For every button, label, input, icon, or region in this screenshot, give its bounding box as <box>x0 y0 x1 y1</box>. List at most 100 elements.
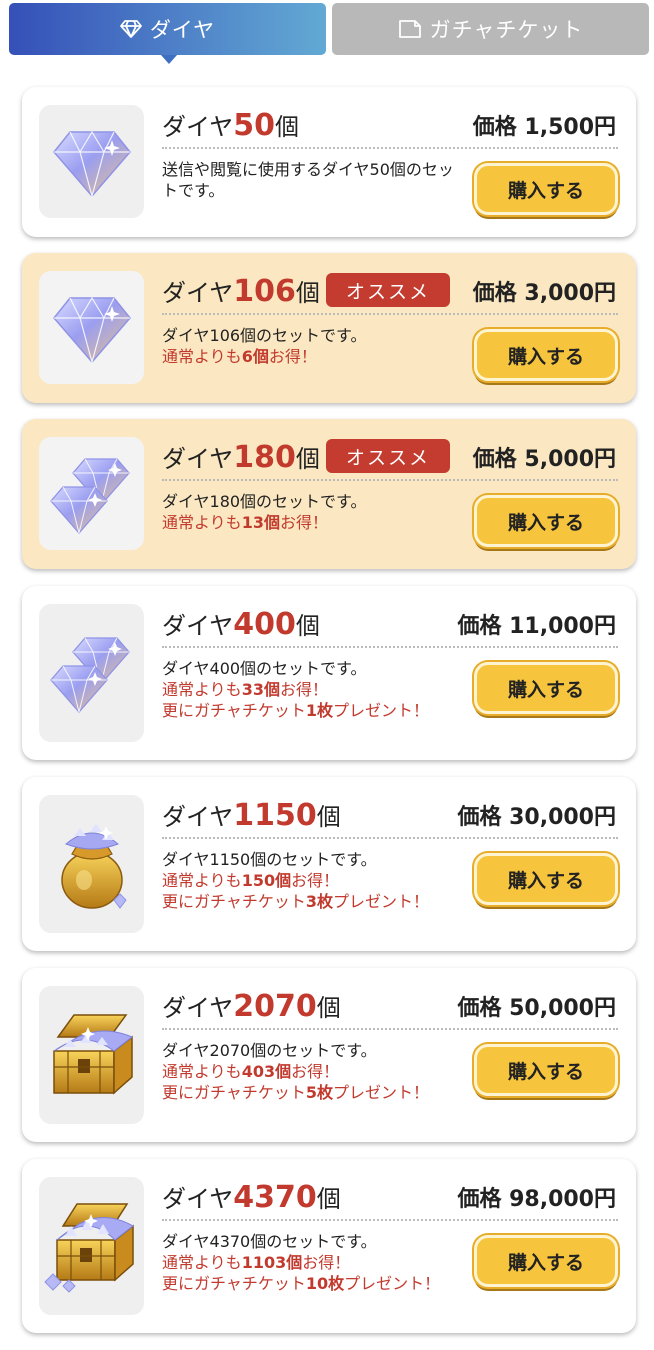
item-name: ダイヤ1150個 <box>162 797 341 833</box>
item-name-prefix: ダイヤ <box>162 445 234 473</box>
buy-button[interactable]: 購入する <box>474 1044 618 1096</box>
bonus-prefix: 通常よりも <box>162 1253 242 1272</box>
item-name: ダイヤ400個 <box>162 606 320 642</box>
single-diamond-icon <box>52 130 131 198</box>
ticket-bonus-text: 更にガチャチケット3枚プレゼント！ <box>162 891 452 912</box>
item-name-prefix: ダイヤ <box>162 113 234 141</box>
bonus-amount: 33個 <box>241 680 280 699</box>
tab-diamond[interactable]: ダイヤ <box>9 3 326 64</box>
double-diamond-icon <box>49 457 130 534</box>
bonus-amount: 1103個 <box>241 1253 303 1272</box>
ticket-suffix: プレゼント！ <box>344 1274 441 1293</box>
bonus-text: 通常よりも33個お得！ <box>162 679 462 700</box>
item-name: ダイヤ180個 <box>162 439 320 475</box>
buy-button[interactable]: 購入する <box>474 329 618 381</box>
item-name: ダイヤ2070個 <box>162 988 341 1024</box>
item-amount: 4370 <box>233 1180 317 1215</box>
item-amount: 1150 <box>233 798 317 833</box>
bonus-suffix: お得！ <box>268 347 317 366</box>
item-desc-text: ダイヤ106個のセットです。 <box>162 326 367 345</box>
bonus-suffix: お得！ <box>291 1062 340 1081</box>
ticket-suffix: プレゼント！ <box>332 701 429 720</box>
item-name-suffix: 個 <box>295 612 320 640</box>
item-desc-text: ダイヤ2070個のセットです。 <box>162 1041 377 1060</box>
item-thumbnail <box>39 986 144 1124</box>
ticket-suffix: プレゼント！ <box>332 892 429 911</box>
overflowing-treasure-chest-icon <box>43 1203 134 1293</box>
item-amount: 180 <box>233 440 296 475</box>
item-thumbnail <box>39 1177 144 1315</box>
divider <box>162 837 618 839</box>
item-name-prefix: ダイヤ <box>162 1185 234 1213</box>
bonus-text: 通常よりも403個お得！ <box>162 1061 462 1082</box>
tab-diamond-label: ダイヤ <box>149 18 216 42</box>
item-name-suffix: 個 <box>316 1185 341 1213</box>
ticket-suffix: プレゼント！ <box>332 1083 429 1102</box>
item-price: 価格 11,000円 <box>457 614 616 639</box>
divider <box>162 147 618 149</box>
item-price: 価格 50,000円 <box>457 996 616 1021</box>
divider <box>162 479 618 481</box>
divider <box>162 646 618 648</box>
item-name-suffix: 個 <box>316 803 341 831</box>
divider <box>162 313 618 315</box>
diamond-bag-icon <box>60 824 127 909</box>
item-name-suffix: 個 <box>316 994 341 1022</box>
ticket-prefix: 更にガチャチケット <box>162 892 306 911</box>
ticket-bonus-text: 更にガチャチケット1枚プレゼント！ <box>162 700 452 721</box>
bonus-prefix: 通常よりも <box>162 513 242 532</box>
ticket-prefix: 更にガチャチケット <box>162 701 306 720</box>
item-description: ダイヤ180個のセットです。 通常よりも13個お得！ <box>162 491 462 533</box>
item-thumbnail <box>39 795 144 933</box>
buy-button[interactable]: 購入する <box>474 495 618 547</box>
tab-gacha-ticket[interactable]: ガチャチケット <box>332 3 649 55</box>
item-desc-text: 送信や閲覧に使用するダイヤ50個のセットです。 <box>162 160 454 200</box>
item-price: 価格 30,000円 <box>457 805 616 830</box>
shop-item-card: ダイヤ1150個 価格 30,000円 ダイヤ1150個のセットです。 通常より… <box>22 777 636 951</box>
diamond-icon <box>119 20 142 38</box>
bonus-suffix: お得！ <box>279 680 328 699</box>
item-desc-text: ダイヤ180個のセットです。 <box>162 492 367 511</box>
item-thumbnail <box>39 604 144 742</box>
tab-gacha-ticket-label: ガチャチケット <box>429 18 584 42</box>
bonus-prefix: 通常よりも <box>162 680 242 699</box>
ticket-amount: 1枚 <box>305 701 333 720</box>
item-description: ダイヤ1150個のセットです。 通常よりも150個お得！ 更にガチャチケット3枚… <box>162 849 462 912</box>
item-description: ダイヤ4370個のセットです。 通常よりも1103個お得！ 更にガチャチケット1… <box>162 1231 462 1294</box>
shop-item-card: ダイヤ2070個 価格 50,000円 ダイヤ2070個のセットです。 通常より… <box>22 968 636 1142</box>
buy-button[interactable]: 購入する <box>474 662 618 714</box>
item-name: ダイヤ50個 <box>162 107 299 143</box>
item-price: 価格 98,000円 <box>457 1187 616 1212</box>
item-description: ダイヤ106個のセットです。 通常よりも6個お得！ <box>162 325 462 367</box>
buy-button[interactable]: 購入する <box>474 1235 618 1287</box>
shop-item-card: ダイヤ400個 価格 11,000円 ダイヤ400個のセットです。 通常よりも3… <box>22 586 636 760</box>
bonus-amount: 403個 <box>241 1062 292 1081</box>
item-name-prefix: ダイヤ <box>162 803 234 831</box>
buy-button[interactable]: 購入する <box>474 853 618 905</box>
item-description: 送信や閲覧に使用するダイヤ50個のセットです。 <box>162 159 462 201</box>
bonus-amount: 13個 <box>241 513 280 532</box>
ticket-bonus-text: 更にガチャチケット5枚プレゼント！ <box>162 1082 452 1103</box>
item-name-suffix: 個 <box>275 113 300 141</box>
tab-bar: ダイヤ ガチャチケット <box>9 3 649 64</box>
shop-item-card: ダイヤ4370個 価格 98,000円 ダイヤ4370個のセットです。 通常より… <box>22 1159 636 1333</box>
ticket-amount: 10枚 <box>305 1274 345 1293</box>
item-amount: 106 <box>233 274 296 309</box>
bonus-text: 通常よりも1103個お得！ <box>162 1252 462 1273</box>
item-name-suffix: 個 <box>295 279 320 307</box>
ticket-amount: 5枚 <box>305 1083 333 1102</box>
bonus-prefix: 通常よりも <box>162 347 242 366</box>
item-thumbnail <box>39 105 144 218</box>
ticket-prefix: 更にガチャチケット <box>162 1274 306 1293</box>
bonus-suffix: お得！ <box>302 1253 351 1272</box>
bonus-suffix: お得！ <box>279 513 328 532</box>
bonus-prefix: 通常よりも <box>162 871 242 890</box>
single-diamond-icon <box>52 296 131 364</box>
buy-button[interactable]: 購入する <box>474 163 618 215</box>
item-name: ダイヤ106個 <box>162 273 320 309</box>
item-name-prefix: ダイヤ <box>162 994 234 1022</box>
item-name-prefix: ダイヤ <box>162 279 234 307</box>
bonus-suffix: お得！ <box>291 871 340 890</box>
ticket-amount: 3枚 <box>305 892 333 911</box>
recommend-badge: オススメ <box>326 273 450 307</box>
